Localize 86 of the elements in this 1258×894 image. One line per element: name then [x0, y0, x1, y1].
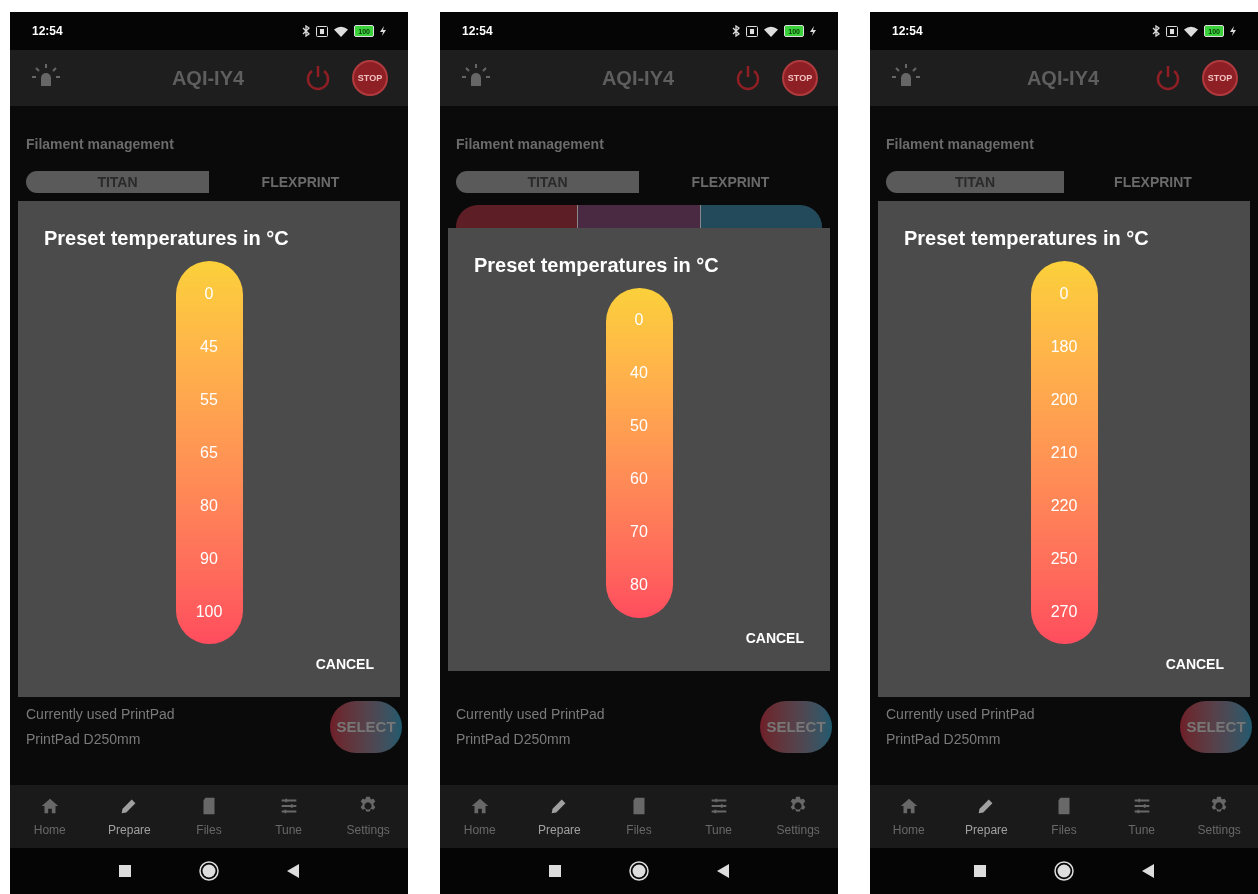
preset-temperature[interactable]: 270: [1050, 599, 1078, 624]
app-title: AQI-IY4: [170, 66, 246, 91]
section-title: Filament management: [26, 135, 175, 154]
sim-card-icon: [316, 25, 329, 37]
dialog-title: Preset temperatures in °C: [903, 226, 1150, 251]
power-icon[interactable]: [304, 64, 332, 92]
preset-temperature[interactable]: 45: [200, 334, 218, 359]
charging-icon: [810, 26, 816, 36]
preset-temperature[interactable]: 100: [195, 599, 223, 624]
nav-item[interactable]: Settings: [1180, 785, 1258, 848]
sim-card-icon: [746, 25, 759, 37]
section-title: Filament management: [456, 135, 605, 154]
tab[interactable]: FLEXPRINT: [639, 171, 822, 193]
preset-temperature[interactable]: 55: [200, 387, 218, 412]
back-icon[interactable]: [717, 864, 729, 878]
bluetooth-icon: [1152, 25, 1161, 37]
select-button[interactable]: SELECT: [1180, 701, 1252, 753]
back-icon[interactable]: [1142, 864, 1154, 878]
tab[interactable]: FLEXPRINT: [209, 171, 392, 193]
cancel-button[interactable]: CANCEL: [745, 627, 804, 649]
power-icon[interactable]: [1154, 64, 1182, 92]
nav-item[interactable]: Prepare: [89, 785, 170, 848]
charging-icon: [1230, 26, 1236, 36]
select-button[interactable]: SELECT: [760, 701, 832, 753]
preset-temperature[interactable]: 50: [630, 414, 648, 438]
printpad-label: Currently used PrintPad: [456, 705, 605, 724]
bluetooth-icon: [302, 25, 311, 37]
preset-temperature[interactable]: 0: [204, 281, 214, 306]
charging-icon: [380, 26, 386, 36]
nav-item[interactable]: Home: [870, 785, 948, 848]
power-icon[interactable]: [734, 64, 762, 92]
preset-temperature[interactable]: 0: [634, 308, 644, 332]
printpad-value: PrintPad D250mm: [456, 730, 572, 749]
nav-item[interactable]: Home: [10, 785, 90, 848]
home-circle-icon[interactable]: [1054, 861, 1074, 881]
home-circle-icon[interactable]: [199, 861, 219, 881]
back-icon[interactable]: [287, 864, 299, 878]
preset-temperature[interactable]: 40: [630, 361, 648, 385]
wifi-icon: [764, 25, 779, 37]
section-title: Filament management: [886, 135, 1035, 154]
preset-temperature[interactable]: 70: [630, 520, 648, 544]
cancel-button[interactable]: CANCEL: [1165, 654, 1224, 675]
preset-temperature[interactable]: 80: [200, 493, 218, 518]
printpad-label: Currently used PrintPad: [886, 705, 1035, 724]
stop-button[interactable]: STOP: [782, 60, 818, 96]
bluetooth-icon: [732, 25, 741, 37]
printpad-value: PrintPad D250mm: [886, 730, 1002, 749]
printpad-value: PrintPad D250mm: [26, 730, 142, 749]
preset-temperature[interactable]: 60: [630, 467, 648, 491]
preset-temperature[interactable]: 65: [200, 440, 218, 465]
tab[interactable]: FLEXPRINT: [1064, 171, 1242, 193]
preset-temperature[interactable]: 210: [1050, 440, 1078, 465]
dialog-title: Preset temperatures in °C: [43, 226, 290, 251]
nav-item[interactable]: Tune: [678, 785, 759, 848]
nav-item[interactable]: Prepare: [947, 785, 1026, 848]
select-button[interactable]: SELECT: [330, 701, 402, 753]
cancel-button[interactable]: CANCEL: [315, 654, 374, 675]
preset-temperature[interactable]: 180: [1050, 334, 1078, 359]
preset-temperature[interactable]: 0: [1059, 281, 1069, 306]
home-circle-icon[interactable]: [629, 861, 649, 881]
nav-item[interactable]: Tune: [1102, 785, 1181, 848]
stop-button[interactable]: STOP: [352, 60, 388, 96]
nav-item[interactable]: Files: [1025, 785, 1103, 848]
preset-temperature[interactable]: 220: [1050, 493, 1078, 518]
preset-temperature[interactable]: 250: [1050, 546, 1078, 571]
nav-item[interactable]: Settings: [758, 785, 838, 848]
nav-item[interactable]: Tune: [248, 785, 329, 848]
preset-temperature[interactable]: 200: [1050, 387, 1078, 412]
stop-button[interactable]: STOP: [1202, 60, 1238, 96]
app-title: AQI-IY4: [1025, 66, 1101, 91]
nav-item[interactable]: Prepare: [519, 785, 600, 848]
dialog-title: Preset temperatures in °C: [473, 252, 720, 278]
printpad-label: Currently used PrintPad: [26, 705, 175, 724]
sim-card-icon: [1166, 25, 1179, 37]
nav-item[interactable]: Files: [599, 785, 679, 848]
app-title: AQI-IY4: [600, 66, 676, 91]
status-time: 12:54: [32, 23, 63, 40]
nav-item[interactable]: Files: [169, 785, 249, 848]
status-time: 12:54: [892, 23, 923, 40]
wifi-icon: [334, 25, 349, 37]
preset-temperature[interactable]: 80: [630, 573, 648, 597]
wifi-icon: [1184, 25, 1199, 37]
preset-temperature[interactable]: 90: [200, 546, 218, 571]
nav-item[interactable]: Home: [440, 785, 520, 848]
nav-item[interactable]: Settings: [328, 785, 408, 848]
status-time: 12:54: [462, 23, 493, 40]
